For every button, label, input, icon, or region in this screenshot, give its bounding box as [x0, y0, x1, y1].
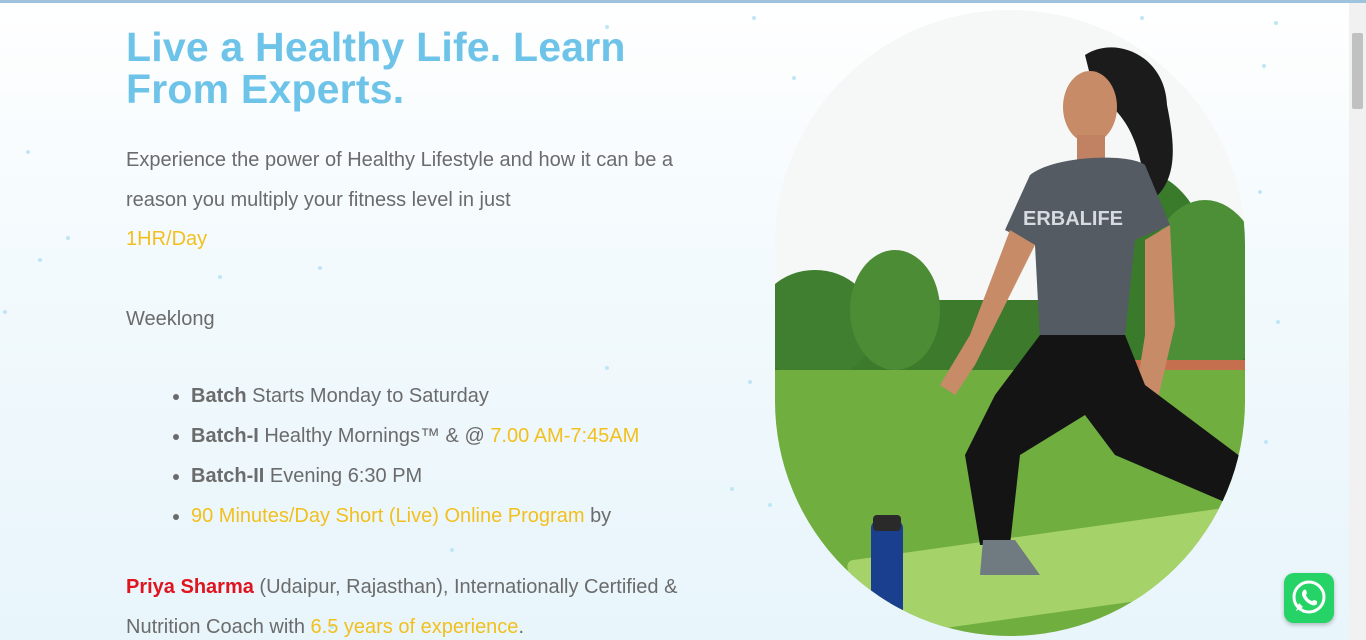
hero-headline: Live a Healthy Life. Learn From Experts. — [126, 24, 626, 112]
person-figure: ERBALIFE — [871, 47, 1245, 625]
batch-list: Batch Starts Monday to Saturday Batch-I … — [126, 376, 639, 536]
list-item: Batch Starts Monday to Saturday — [191, 376, 639, 416]
intro-paragraph: Experience the power of Healthy Lifestyl… — [126, 149, 673, 250]
hero-content: Live a Healthy Life. Learn From Experts.… — [126, 24, 686, 638]
top-accent-bar — [0, 0, 1366, 3]
coach-photo: ERBALIFE — [775, 10, 1245, 636]
whatsapp-button[interactable] — [1284, 573, 1334, 623]
list-item: Batch-II Evening 6:30 PM — [191, 456, 639, 496]
intro-highlight: 1HR/Day — [126, 228, 208, 250]
list-item: Batch-I Healthy Mornings™ & @ 7.00 AM-7:… — [191, 416, 639, 456]
coach-experience: 6.5 years of experience — [310, 615, 519, 638]
weeklong-text: Weeklong — [126, 308, 215, 330]
shirt-logo-text: ERBALIFE — [1023, 208, 1123, 230]
coach-name: Priya Sharma — [126, 576, 254, 598]
whatsapp-icon — [1292, 580, 1326, 614]
list-item: 90 Minutes/Day Short (Live) Online Progr… — [191, 496, 639, 536]
coach-paragraph: Priya Sharma (Udaipur, Rajasthan), Inter… — [126, 576, 678, 638]
scrollbar-thumb[interactable] — [1352, 33, 1363, 109]
page-scrollbar[interactable] — [1349, 3, 1366, 640]
